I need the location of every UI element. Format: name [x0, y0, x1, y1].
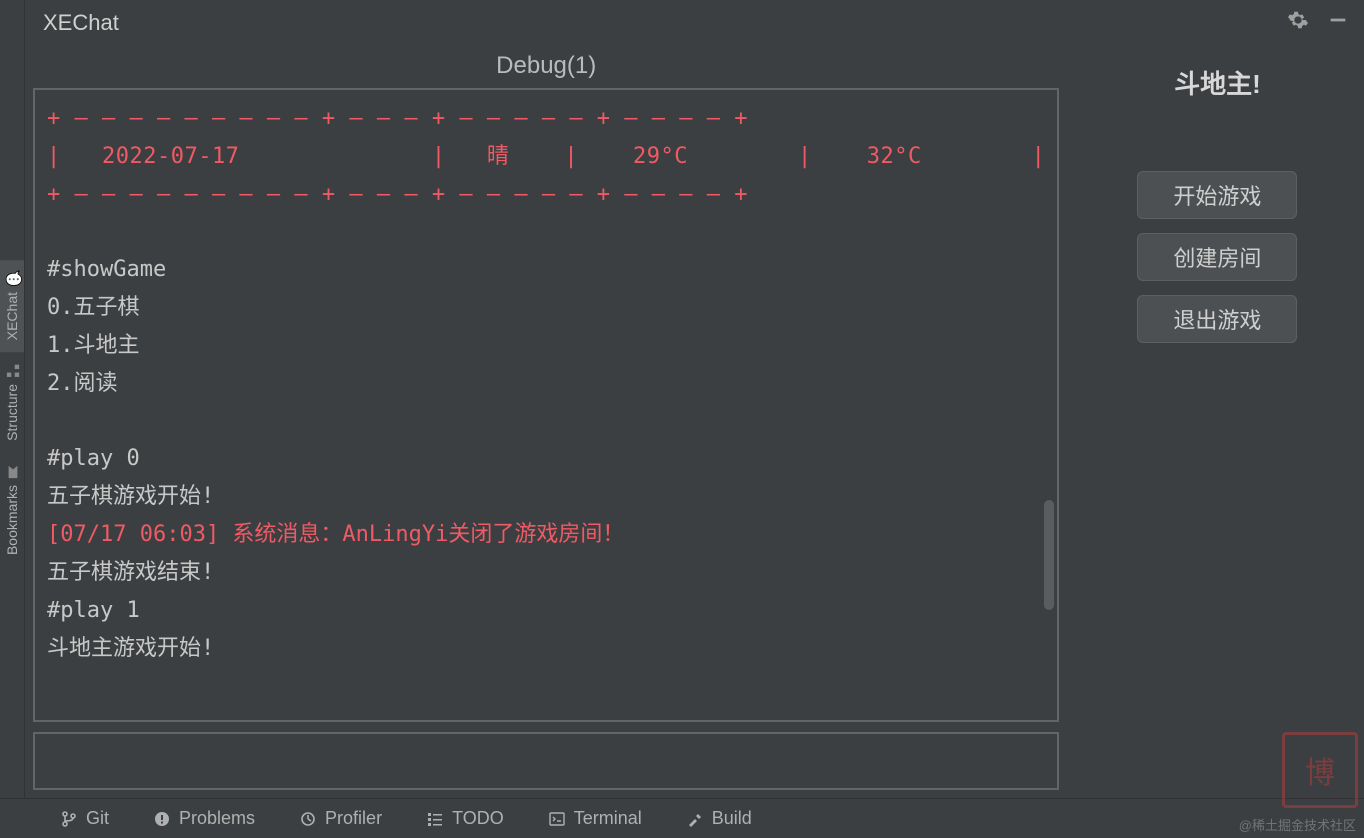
- bottom-tab-problems[interactable]: Problems: [153, 808, 255, 829]
- sidebar-tab-xechat[interactable]: XEChat 💬: [0, 260, 24, 352]
- weather-box-top: + — — — — — — — — — + — — — + — — — — — …: [47, 100, 1045, 138]
- console-line: #play 0: [47, 440, 1045, 478]
- console-line: 五子棋游戏开始!: [47, 478, 1045, 516]
- warning-icon: [153, 810, 171, 828]
- bottom-tab-label: Problems: [179, 808, 255, 829]
- bottom-tab-label: Build: [712, 808, 752, 829]
- sidebar-tab-structure[interactable]: Structure: [0, 352, 24, 453]
- bottom-tab-label: TODO: [452, 808, 504, 829]
- console-output[interactable]: + — — — — — — — — — + — — — + — — — — — …: [33, 88, 1059, 722]
- start-game-button[interactable]: 开始游戏: [1137, 171, 1297, 219]
- system-message: [07/17 06:03] 系统消息：AnLingYi关闭了游戏房间！: [47, 516, 1045, 554]
- create-room-button[interactable]: 创建房间: [1137, 233, 1297, 281]
- sidebar-tab-bookmarks[interactable]: Bookmarks: [0, 453, 24, 567]
- watermark-text: @稀土掘金技术社区: [1239, 815, 1356, 834]
- bottom-tab-todo[interactable]: TODO: [426, 808, 504, 829]
- weather-box-row: | 2022-07-17 | 晴 | 29°C | 32°C |: [47, 138, 1045, 176]
- console-line: 五子棋游戏结束!: [47, 554, 1045, 592]
- console-line: #play 1: [47, 592, 1045, 630]
- sidebar-tab-label: Structure: [4, 384, 20, 441]
- panel-title: XEChat: [43, 10, 119, 36]
- game-side-panel: 斗地主! 开始游戏 创建房间 退出游戏: [1067, 46, 1364, 798]
- git-branch-icon: [60, 810, 78, 828]
- console-line: #showGame: [47, 251, 1045, 289]
- bottom-tool-bar: Git Problems Profiler TODO Terminal Buil…: [0, 798, 1364, 838]
- console-line: 0.五子棋: [47, 289, 1045, 327]
- bottom-tab-git[interactable]: Git: [60, 808, 109, 829]
- sidebar-tab-label: Bookmarks: [4, 485, 20, 555]
- console-line: 1.斗地主: [47, 327, 1045, 365]
- structure-icon: [5, 364, 19, 378]
- panel-title-bar: XEChat: [25, 0, 1364, 46]
- chat-bubble-icon: 💬: [5, 272, 19, 286]
- weather-box-bottom: + — — — — — — — — — + — — — + — — — — — …: [47, 176, 1045, 214]
- exit-game-button[interactable]: 退出游戏: [1137, 295, 1297, 343]
- terminal-icon: [548, 810, 566, 828]
- minimize-icon[interactable]: [1327, 9, 1349, 37]
- scrollbar-thumb[interactable]: [1044, 500, 1054, 610]
- tab-title[interactable]: Debug(1): [33, 46, 1059, 88]
- chat-input[interactable]: [43, 750, 1049, 773]
- left-tool-sidebar: XEChat 💬 Structure Bookmarks: [0, 0, 25, 798]
- hammer-icon: [686, 810, 704, 828]
- bookmark-icon: [5, 465, 19, 479]
- profiler-icon: [299, 810, 317, 828]
- console-line: 斗地主游戏开始!: [47, 630, 1045, 668]
- bottom-tab-label: Profiler: [325, 808, 382, 829]
- chat-input-container: [33, 732, 1059, 790]
- console-line: 2.阅读: [47, 365, 1045, 403]
- sidebar-tab-label: XEChat: [4, 292, 20, 340]
- bottom-tab-build[interactable]: Build: [686, 808, 752, 829]
- console-line: [47, 213, 1045, 251]
- bottom-tab-profiler[interactable]: Profiler: [299, 808, 382, 829]
- bottom-tab-label: Terminal: [574, 808, 642, 829]
- bottom-tab-label: Git: [86, 808, 109, 829]
- todo-list-icon: [426, 810, 444, 828]
- bottom-tab-terminal[interactable]: Terminal: [548, 808, 642, 829]
- gear-icon[interactable]: [1287, 9, 1309, 37]
- console-line: [47, 403, 1045, 441]
- game-title: 斗地主!: [1174, 64, 1261, 101]
